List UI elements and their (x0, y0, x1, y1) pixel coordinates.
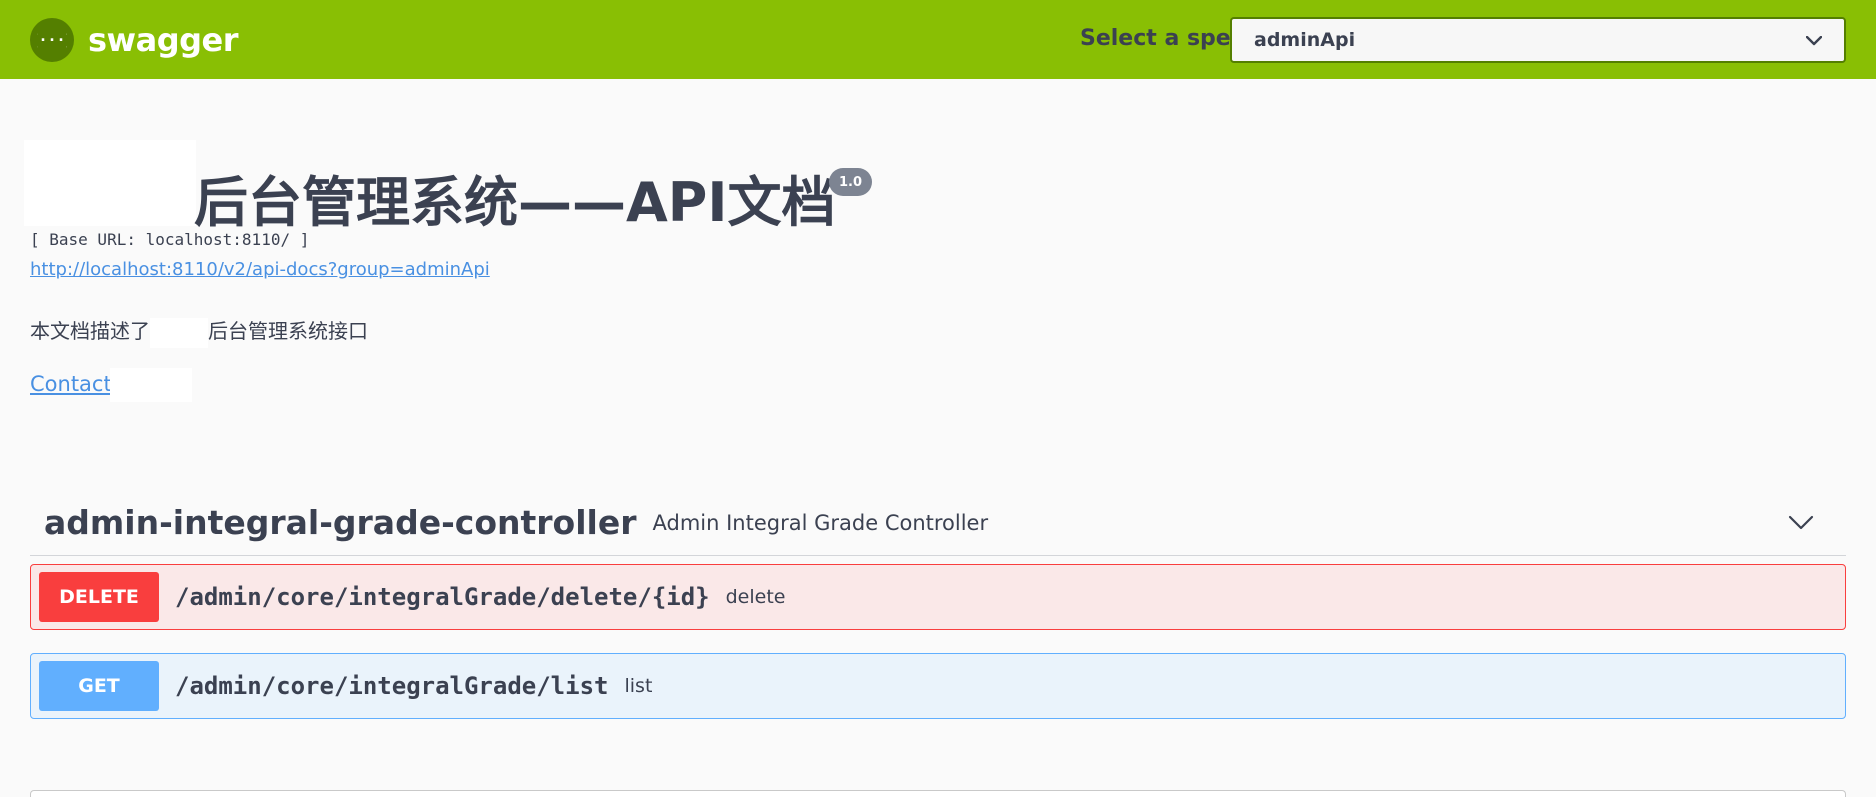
operation-summary: list (624, 675, 653, 697)
operation-summary: delete (725, 586, 786, 608)
page-title: 后台管理系统——API文档 (194, 171, 836, 234)
contact-label: Contact (30, 372, 112, 396)
description-prefix: 本文档描述了 (30, 319, 150, 343)
base-url: [ Base URL: localhost:8110/ ] (30, 230, 310, 249)
redacted-block (24, 140, 196, 226)
spec-select-value: adminApi (1254, 29, 1356, 51)
spec-select[interactable]: adminApi (1230, 17, 1846, 63)
topbar: {···} swagger Select a spec adminApi (0, 0, 1876, 79)
logo-text: swagger (88, 21, 239, 59)
operation-path: /admin/core/integralGrade/list (175, 672, 609, 700)
version-badge: 1.0 (829, 168, 873, 196)
spec-label: Select a spec (1080, 26, 1244, 51)
operation-delete[interactable]: DELETE /admin/core/integralGrade/delete/… (30, 564, 1846, 630)
operation-path: /admin/core/integralGrade/delete/{id} (175, 583, 710, 611)
redacted-block (109, 368, 192, 402)
swagger-braces-icon: {···} (30, 18, 74, 62)
tag-header[interactable]: admin-integral-grade-controller Admin In… (30, 490, 1846, 556)
redacted-block (150, 317, 208, 348)
method-badge-delete: DELETE (39, 572, 159, 622)
method-badge-get: GET (39, 661, 159, 711)
contact-link[interactable]: Contact (30, 368, 192, 402)
tag-description: Admin Integral Grade Controller (652, 510, 989, 535)
operation-get[interactable]: GET /admin/core/integralGrade/list list (30, 653, 1846, 719)
chevron-down-icon[interactable] (1786, 508, 1816, 538)
spec-url-link[interactable]: http://localhost:8110/v2/api-docs?group=… (30, 259, 490, 280)
swagger-logo[interactable]: {···} swagger (30, 18, 239, 62)
tag-name: admin-integral-grade-controller (44, 503, 637, 542)
description-suffix: 后台管理系统接口 (208, 319, 368, 343)
api-description: 本文档描述了 后台管理系统接口 (30, 315, 368, 348)
svg-text:{···}: {···} (37, 31, 67, 49)
chevron-down-icon (1805, 31, 1823, 50)
next-section-edge (30, 790, 1846, 797)
